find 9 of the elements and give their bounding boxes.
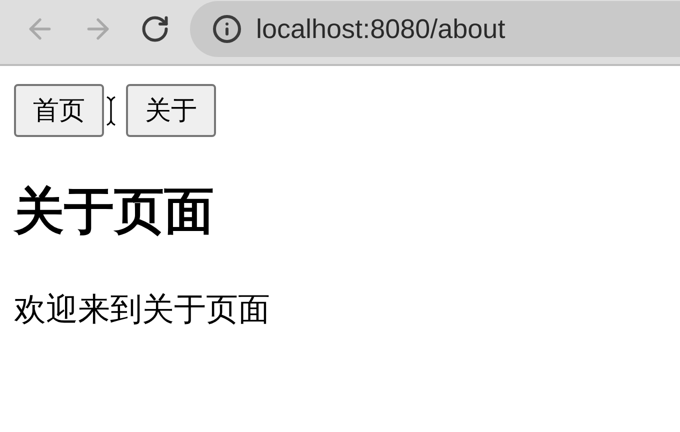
url-text: localhost:8080/about: [256, 12, 506, 46]
text-cursor-icon: [106, 96, 116, 126]
page-heading: 关于页面: [14, 182, 215, 241]
info-icon[interactable]: [212, 14, 242, 44]
address-bar[interactable]: localhost:8080/about: [190, 1, 680, 57]
page-text: 欢迎来到关于页面: [14, 290, 271, 329]
reload-button[interactable]: [140, 14, 170, 44]
nav-button[interactable]: 首页: [14, 84, 104, 137]
nav-button[interactable]: 关于: [126, 84, 216, 137]
